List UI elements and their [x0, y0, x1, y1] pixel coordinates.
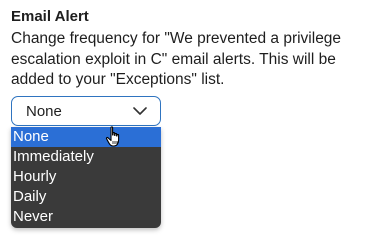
- chevron-down-icon: [133, 107, 147, 115]
- dropdown-option-daily[interactable]: Daily: [11, 187, 161, 207]
- frequency-dropdown-list: None Immediately Hourly Daily Never: [11, 127, 161, 228]
- email-alert-title: Email Alert: [11, 8, 89, 25]
- dropdown-option-hourly[interactable]: Hourly: [11, 167, 161, 187]
- email-alert-description: Change frequency for "We prevented a pri…: [11, 30, 342, 88]
- dropdown-option-none[interactable]: None: [11, 127, 161, 147]
- dropdown-option-never[interactable]: Never: [11, 207, 161, 227]
- hand-pointer-cursor-icon: [105, 126, 120, 147]
- email-alert-panel: Email Alert Change frequency for "We pre…: [0, 0, 386, 240]
- frequency-select[interactable]: None: [11, 96, 161, 126]
- dropdown-option-immediately[interactable]: Immediately: [11, 147, 161, 167]
- frequency-select-value: None: [26, 103, 62, 120]
